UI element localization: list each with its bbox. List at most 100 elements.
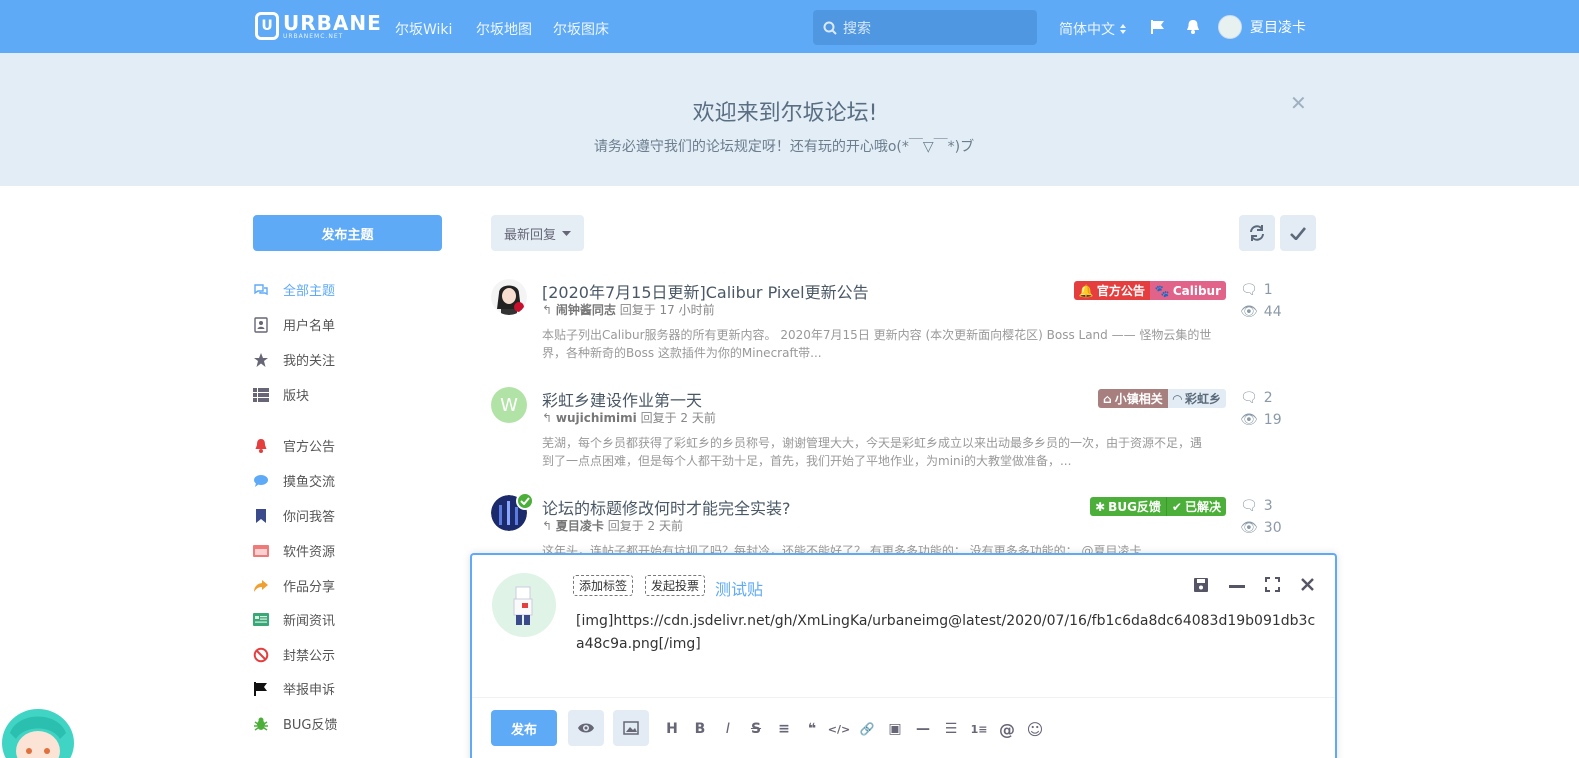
sidebar-item-reports[interactable]: 举报申诉 <box>253 679 335 698</box>
refresh-icon <box>1250 225 1264 241</box>
image-icon <box>623 721 639 735</box>
link-icon[interactable]: 🔗 <box>857 720 877 738</box>
discussion-item[interactable]: [2020年7月15日更新]Calibur Pixel更新公告 ↰ 闹钟酱同志 … <box>491 279 1331 384</box>
language-selector[interactable]: 简体中文 <box>1059 19 1127 39</box>
ban-icon <box>253 647 269 663</box>
sidebar-item-all-discussions[interactable]: 全部主题 <box>253 280 335 299</box>
paw-icon: 🐾 <box>1154 283 1170 298</box>
tag-label: 彩虹乡 <box>1184 392 1221 406</box>
nav-image-host[interactable]: 尔坂图床 <box>553 19 609 39</box>
mark-all-read-button[interactable] <box>1280 215 1316 251</box>
sort-caret-icon <box>1120 24 1126 34</box>
discussion-meta: ↰ wujichimimi 回复于 2 天前 <box>542 409 716 426</box>
site-logo[interactable]: U URBANE URBANEMC.NET <box>255 12 382 40</box>
sidebar-item-bans[interactable]: 封禁公示 <box>253 645 335 664</box>
tag-label: 已解决 <box>1184 500 1221 514</box>
code-icon[interactable]: </> <box>828 720 850 738</box>
sidebar-item-following[interactable]: 我的关注 <box>253 350 335 369</box>
bell-icon[interactable] <box>1185 19 1201 35</box>
caret-down-icon <box>562 230 571 236</box>
discussion-stats: 🗨 2 👁 19 <box>1240 387 1282 431</box>
flag-icon <box>253 681 269 697</box>
sidebar-item-works[interactable]: 作品分享 <box>253 576 335 595</box>
tag-town[interactable]: ⌂ 小镇相关 <box>1098 389 1168 408</box>
bullet-list-icon[interactable]: ☰ <box>941 720 961 738</box>
insert-image-icon[interactable]: ▣ <box>885 720 905 738</box>
ordered-list-icon[interactable]: 1≡ <box>969 720 989 738</box>
author-avatar[interactable]: W <box>491 387 527 423</box>
emoji-icon[interactable]: ☺ <box>1025 720 1045 739</box>
check-icon <box>1290 226 1306 240</box>
view-count: 30 <box>1263 520 1282 536</box>
logo-subtext: URBANEMC.NET <box>283 32 344 40</box>
sidebar-item-label: 你问我答 <box>283 510 336 525</box>
comment-icon: 🗨 <box>1240 498 1258 514</box>
flag-icon[interactable] <box>1150 19 1166 35</box>
discussion-author[interactable]: 闹钟酱同志 <box>556 303 616 317</box>
bold-icon[interactable]: B <box>690 720 710 738</box>
close-icon[interactable] <box>1301 578 1314 591</box>
discussion-title[interactable]: 论坛的标题修改何时才能完全实装? <box>542 495 791 519</box>
quote-icon[interactable]: ❝ <box>802 720 822 738</box>
add-tag-button[interactable]: 添加标签 <box>573 575 634 596</box>
composer-textarea[interactable]: [img]https://cdn.jsdelivr.net/gh/XmLingK… <box>576 610 1321 656</box>
mascot-character-image[interactable] <box>0 703 78 758</box>
sidebar-item-label: 我的关注 <box>283 354 336 369</box>
preview-button[interactable] <box>568 710 604 746</box>
tag-calibur[interactable]: 🐾 Calibur <box>1149 281 1226 300</box>
reply-icon: ↰ <box>542 411 553 425</box>
tag-announcement[interactable]: 🔔 官方公告 <box>1073 281 1150 300</box>
composer-title-input[interactable]: 测试贴 <box>715 576 763 600</box>
close-icon[interactable]: ✕ <box>1290 91 1307 115</box>
avatar <box>1218 15 1242 39</box>
align-center-icon[interactable]: ≡ <box>774 720 794 738</box>
nav-wiki[interactable]: 尔坂Wiki <box>395 19 452 39</box>
sidebar-item-tags[interactable]: 版块 <box>253 385 309 404</box>
user-menu[interactable]: 夏目凌卡 <box>1218 15 1306 39</box>
mention-icon[interactable]: @ <box>997 720 1017 739</box>
discussion-author[interactable]: wujichimimi <box>556 411 637 425</box>
bell-icon <box>253 438 269 454</box>
refresh-button[interactable] <box>1239 215 1275 251</box>
sidebar-item-qa[interactable]: 你问我答 <box>253 506 335 525</box>
sidebar-item-label: 官方公告 <box>283 440 336 455</box>
check-circle-icon: ✔ <box>1171 499 1182 514</box>
discussion-stats: 🗨 3 👁 30 <box>1240 495 1282 539</box>
tag-rainbow-town[interactable]: ◠ 彩虹乡 <box>1167 389 1226 408</box>
bookmark-icon <box>253 508 269 524</box>
upload-image-button[interactable] <box>613 710 649 746</box>
tag-label: Calibur <box>1172 283 1221 298</box>
strikethrough-icon[interactable]: S <box>746 720 766 738</box>
hero-title: 欢迎来到尔坂论坛! <box>692 101 878 126</box>
discussion-item[interactable]: W 彩虹乡建设作业第一天 ↰ wujichimimi 回复于 2 天前 芜湖，每… <box>491 387 1331 492</box>
discussion-author[interactable]: 夏目凌卡 <box>556 519 604 533</box>
sidebar-item-software[interactable]: 软件资源 <box>253 541 335 560</box>
nav-map[interactable]: 尔坂地图 <box>476 19 532 39</box>
post-button[interactable]: 发布 <box>491 710 557 746</box>
search-input[interactable]: 搜索 <box>813 10 1037 45</box>
logo-text: URBANE <box>283 10 382 35</box>
heading-icon[interactable]: H <box>662 720 682 738</box>
sort-dropdown[interactable]: 最新回复 <box>491 215 584 251</box>
minimize-icon[interactable] <box>1229 585 1245 589</box>
sidebar-item-news[interactable]: 新闻资讯 <box>253 610 335 629</box>
tag-bug-report[interactable]: ✱ BUG反馈 <box>1090 497 1166 516</box>
discussion-stats: 🗨 1 👁 44 <box>1240 279 1282 323</box>
italic-icon[interactable]: I <box>718 720 738 738</box>
discussion-title[interactable]: [2020年7月15日更新]Calibur Pixel更新公告 <box>542 279 869 303</box>
discussion-title[interactable]: 彩虹乡建设作业第一天 <box>542 387 702 411</box>
horizontal-rule-icon[interactable]: — <box>913 720 933 738</box>
tag-solved[interactable]: ✔ 已解决 <box>1165 497 1226 516</box>
fullscreen-icon[interactable] <box>1265 577 1280 592</box>
reply-icon: ↰ <box>542 519 553 533</box>
view-count: 44 <box>1263 304 1282 320</box>
sidebar-item-bug-report[interactable]: BUG反馈 <box>253 714 338 733</box>
discussion-tags: ⌂ 小镇相关 ◠ 彩虹乡 <box>1098 389 1226 408</box>
sidebar-item-users[interactable]: 用户名单 <box>253 315 335 334</box>
start-discussion-button[interactable]: 发布主题 <box>253 215 442 251</box>
sidebar-item-chat[interactable]: 摸鱼交流 <box>253 471 335 490</box>
author-avatar[interactable] <box>491 279 527 315</box>
save-draft-icon[interactable] <box>1193 577 1209 593</box>
start-poll-button[interactable]: 发起投票 <box>645 575 706 596</box>
sidebar-item-announcements[interactable]: 官方公告 <box>253 436 335 455</box>
